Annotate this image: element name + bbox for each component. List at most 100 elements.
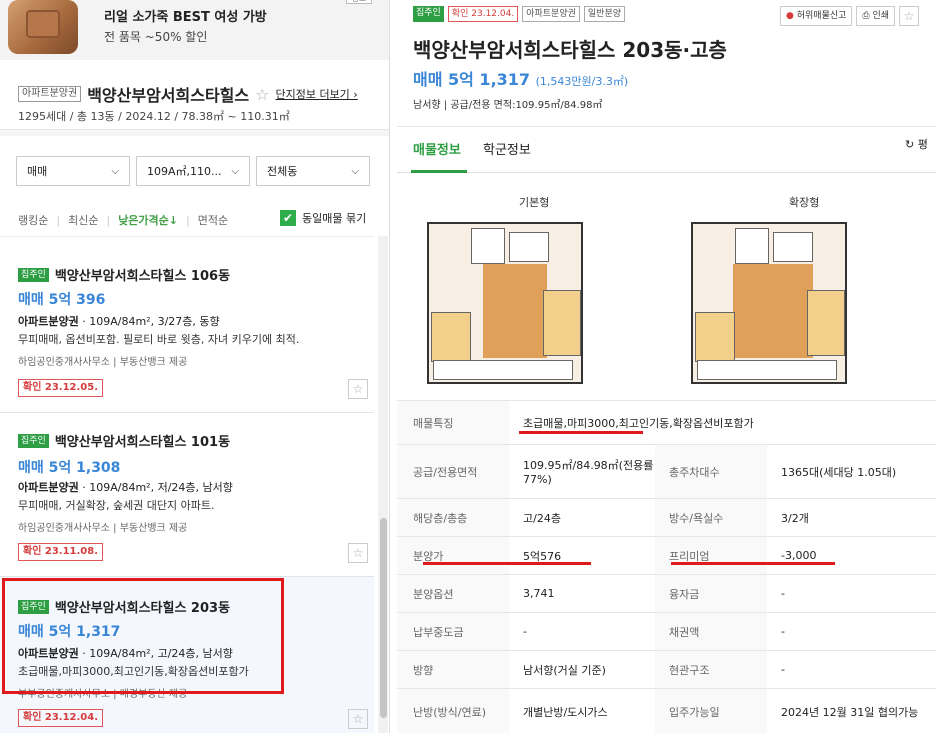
row-value: 고/24층	[523, 511, 561, 525]
group-same-listings[interactable]: ✔ 동일매물 묶기	[280, 210, 366, 226]
row-value: 3/2개	[781, 511, 809, 525]
area-value: 109A㎡,110...	[147, 165, 222, 178]
listing-price: 매매 5억 396	[18, 292, 106, 308]
detail-row-option: 분양옵션 3,741 융자금 -	[397, 574, 936, 612]
active-tab-indicator	[411, 170, 467, 173]
floor-plan-extended[interactable]	[691, 222, 847, 384]
detail-title: 백양산부암서희스타힐스 203동·고층	[413, 38, 727, 62]
listing-type: 아파트분양권 · 109A/84m², 3/27층, 동향	[18, 315, 220, 328]
row-value: -	[781, 587, 785, 600]
row-value: 1365대(세대당 1.05대)	[781, 465, 897, 479]
scrollbar-thumb[interactable]	[380, 518, 387, 718]
sort-area[interactable]: 면적순	[198, 212, 228, 228]
star-icon[interactable]: ☆	[348, 543, 368, 563]
star-icon[interactable]: ☆	[348, 709, 368, 729]
divider: |	[56, 213, 61, 227]
row-label: 방수/욕실수	[655, 499, 767, 536]
row-label: 난방(방식/연료)	[397, 689, 509, 733]
listing-desc: 무피매매, 거실확장, 숲세권 대단지 아파트.	[18, 499, 215, 512]
row-value: -3,000	[781, 549, 817, 562]
row-value: 3,741	[523, 587, 555, 600]
tab-school-info[interactable]: 학군정보	[483, 139, 531, 158]
filter-bar: 매매 ⌵ 109A㎡,110... ⌵ 전체동 ⌵ 랭킹순 | 최신순 | 낮은…	[0, 130, 389, 230]
complex-header: 아파트분양권 백양산부암서희스타힐스 ☆ 단지정보 더보기 › 1295세대 /…	[0, 60, 389, 130]
detail-row-price: 분양가 5억576 프리미엄 -3,000	[397, 536, 936, 574]
kitchen	[773, 232, 813, 262]
row-label: 융자금	[655, 575, 767, 612]
ad-subtitle[interactable]: 전 품목 ~50% 할인	[104, 28, 207, 45]
star-icon[interactable]: ☆	[899, 6, 920, 26]
detail-row-area: 공급/전용면적 109.95㎡/84.98㎡(전용률77%) 총주차대수 136…	[397, 444, 936, 498]
complex-info: 1295세대 / 총 13동 / 2024.12 / 78.38㎡ ~ 110.…	[18, 110, 290, 123]
floor-plan-basic[interactable]	[427, 222, 583, 384]
row-label: 입주가능일	[655, 689, 767, 733]
refresh-button[interactable]: ↻ 평	[905, 136, 928, 152]
row-value: 109.95㎡/84.98㎡(전용률77%)	[523, 459, 654, 486]
row-label: 분양옵션	[397, 575, 509, 612]
kitchen	[509, 232, 549, 262]
living-room	[483, 264, 547, 358]
app-root: 리얼 소가죽 BEST 여성 가방 전 품목 ~50% 할인 광고 아파트분양권…	[0, 0, 936, 733]
detail-row-features: 매물특징 초급매물,마피3000,최고인기동,확장옵션비포함가	[397, 400, 936, 444]
detail-row-direction: 방향 남서향(거실 기준) 현관구조 -	[397, 650, 936, 688]
bedroom	[543, 290, 581, 356]
chevron-down-icon: ⌵	[231, 165, 239, 177]
living-room	[733, 264, 813, 358]
row-label: 채권액	[655, 613, 767, 650]
owner-tag: 집주인	[413, 6, 444, 22]
building-select[interactable]: 전체동 ⌵	[256, 156, 370, 186]
star-icon[interactable]: ☆	[348, 379, 368, 399]
annotation-underline	[519, 431, 643, 434]
row-value: -	[781, 625, 785, 638]
confirm-badge: 확인 23.12.05.	[18, 379, 104, 397]
area-select[interactable]: 109A㎡,110... ⌵	[136, 156, 250, 186]
row-value: -	[523, 625, 527, 638]
detail-tags: 집주인 확인 23.12.04. 아파트분양권 일반분양	[413, 6, 626, 22]
ad-bag-image[interactable]	[8, 0, 78, 54]
row-value: -	[781, 663, 785, 676]
chevron-down-icon: ⌵	[351, 165, 359, 177]
print-icon: ⎙	[862, 11, 870, 21]
confirm-badge: 확인 23.12.04.	[18, 709, 104, 727]
highlight-box	[2, 578, 284, 694]
checkbox-checked-icon[interactable]: ✔	[280, 210, 296, 226]
listing-name[interactable]: 백양산부암서희스타힐스 101동	[55, 431, 230, 450]
star-icon[interactable]: ☆	[255, 85, 269, 104]
row-label: 매물특징	[397, 401, 509, 444]
report-button[interactable]: ● 허위매물신고	[780, 6, 853, 26]
complex-type-tag: 아파트분양권	[18, 86, 82, 102]
confirm-badge: 확인 23.11.08.	[18, 543, 104, 561]
sort-low-price[interactable]: 낮은가격순↓	[118, 212, 178, 228]
balcony	[433, 360, 573, 380]
listing-card[interactable]: 집주인 백양산부암서희스타힐스 106동 매매 5억 396 아파트분양권 · …	[0, 237, 374, 413]
trade-type-select[interactable]: 매매 ⌵	[16, 156, 130, 186]
detail-row-floor: 해당층/총층 고/24층 방수/욕실수 3/2개	[397, 498, 936, 536]
row-value: 남서향(거실 기준)	[523, 663, 606, 677]
annotation-underline	[423, 562, 591, 565]
listing-agent: 하임공인중개사사무소 | 부동산뱅크 제공	[18, 523, 188, 534]
detail-panel: 집주인 확인 23.12.04. 아파트분양권 일반분양 ● 허위매물신고 ⎙ …	[397, 0, 936, 733]
row-label: 납부중도금	[397, 613, 509, 650]
listing-agent: 하임공인중개사사무소 | 부동산뱅크 제공	[18, 357, 188, 368]
bedroom	[695, 312, 735, 362]
divider: |	[106, 213, 111, 227]
listing-card[interactable]: 집주인 백양산부암서희스타힐스 101동 매매 5억 1,308 아파트분양권 …	[0, 413, 374, 577]
trade-type-value: 매매	[27, 165, 48, 178]
tab-listing-info[interactable]: 매물정보	[413, 139, 461, 158]
row-label: 분양가	[397, 537, 509, 574]
detail-row-heating: 난방(방식/연료) 개별난방/도시가스 입주가능일 2024년 12월 31일 …	[397, 688, 936, 733]
ad-banner[interactable]: 리얼 소가죽 BEST 여성 가방 전 품목 ~50% 할인 광고	[0, 0, 389, 60]
sort-latest[interactable]: 최신순	[68, 212, 98, 228]
ad-title[interactable]: 리얼 소가죽 BEST 여성 가방	[104, 6, 267, 25]
complex-detail-link[interactable]: 단지정보 더보기 ›	[275, 86, 357, 102]
plan-label-extended: 확장형	[789, 196, 820, 209]
annotation-underline	[671, 562, 835, 565]
print-button[interactable]: ⎙ 인쇄	[856, 6, 896, 26]
divider: |	[186, 213, 190, 227]
sort-ranking[interactable]: 랭킹순	[18, 212, 48, 228]
listing-name[interactable]: 백양산부암서희스타힐스 106동	[55, 265, 230, 284]
detail-tabs: 매물정보 학군정보	[397, 127, 936, 173]
building-value: 전체동	[267, 165, 298, 178]
plan-label-basic: 기본형	[519, 196, 550, 209]
row-label: 현관구조	[655, 651, 767, 688]
